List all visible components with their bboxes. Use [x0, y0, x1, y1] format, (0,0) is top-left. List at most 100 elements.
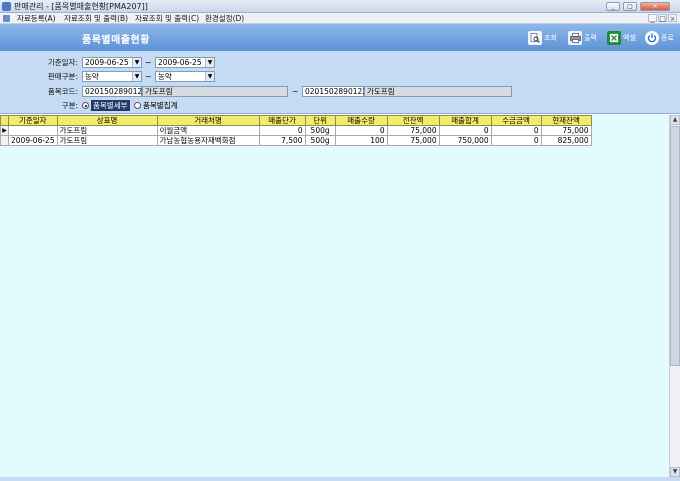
sales-type-from-value: 농약 — [85, 72, 99, 81]
chevron-down-icon[interactable]: ▼ — [205, 72, 214, 81]
close-button[interactable]: × — [640, 2, 670, 11]
table-header-row: 기준일자 상표명 거래처명 매출단가 단위 매출수량 전잔액 매출합계 수금금액… — [0, 115, 592, 126]
vertical-scrollbar[interactable]: ▲ ▼ — [669, 115, 680, 477]
table-cell[interactable]: 가도프림 — [56, 125, 158, 136]
row-indicator-header — [0, 115, 9, 126]
date-to-value: 2009-06-25 — [158, 58, 202, 67]
sales-type-to-value: 농약 — [158, 72, 172, 81]
range-tilde: ~ — [145, 72, 152, 81]
date-to-select[interactable]: 2009-06-25 ▼ — [155, 57, 215, 68]
scroll-up-arrow-icon[interactable]: ▲ — [670, 115, 680, 125]
search-button-label: 조회 — [544, 33, 557, 42]
column-header[interactable]: 현재잔액 — [540, 115, 592, 126]
table-cell[interactable]: 0 — [334, 125, 388, 136]
filter-panel: 기준일자: 2009-06-25 ▼ ~ 2009-06-25 ▼ 판매구분: … — [0, 51, 680, 114]
minimize-button[interactable]: _ — [606, 2, 620, 11]
menu-item-settings[interactable]: 환경설정(D) — [205, 13, 244, 24]
table-cell[interactable]: 가남농협농용자재백화점 — [156, 135, 260, 146]
mdi-minimize-button[interactable]: _ — [648, 14, 657, 23]
scrollbar-thumb[interactable] — [670, 126, 680, 366]
item-code-label: 품목코드: — [47, 87, 78, 96]
table-cell[interactable]: 7,500 — [258, 135, 306, 146]
column-header[interactable]: 거래처명 — [156, 115, 260, 126]
sales-type-from-select[interactable]: 농약 ▼ — [82, 71, 142, 82]
chevron-down-icon[interactable]: ▼ — [132, 72, 141, 81]
table-cell[interactable]: 750,000 — [438, 135, 492, 146]
mode-label: 구분: — [61, 101, 78, 110]
column-header[interactable]: 전잔액 — [386, 115, 440, 126]
table-cell[interactable]: 이월금액 — [156, 125, 260, 136]
menu-item-data-entry[interactable]: 자료등록(A) — [17, 13, 56, 24]
excel-icon — [607, 30, 621, 45]
column-header[interactable]: 기준일자 — [8, 115, 58, 126]
table-row[interactable]: ▶ 가도프림 이월금액 0 500g 0 75,000 0 0 75,000 — [0, 125, 592, 136]
column-header[interactable]: 수금금액 — [490, 115, 542, 126]
radio-unchecked-icon — [134, 102, 141, 109]
menu-bar: 자료등록(A) 자료조회 및 출력(B) 자료조회 및 출력(C) 환경설정(D… — [0, 13, 680, 24]
sales-type-label: 판매구분: — [47, 72, 78, 81]
window-title: 판매관리 - [품목별매출현황[PMA207]] — [14, 2, 148, 11]
excel-button-label: 엑셀 — [623, 33, 636, 42]
maximize-button[interactable]: □ — [623, 2, 637, 11]
table-cell[interactable]: 500g — [304, 125, 336, 136]
power-icon — [645, 30, 659, 45]
sales-table: 기준일자 상표명 거래처명 매출단가 단위 매출수량 전잔액 매출합계 수금금액… — [0, 115, 592, 146]
table-cell[interactable]: 가도프림 — [56, 135, 158, 146]
table-cell[interactable]: 75,000 — [386, 135, 440, 146]
page-title: 품목별매출현황 — [82, 35, 150, 46]
chevron-down-icon[interactable]: ▼ — [205, 58, 214, 67]
table-cell[interactable] — [8, 125, 58, 136]
mdi-restore-button[interactable]: □ — [658, 14, 667, 23]
printer-icon — [568, 30, 582, 45]
item-name-to-field: 가도프림 — [364, 86, 512, 97]
search-icon — [528, 30, 542, 45]
exit-button[interactable]: 종료 — [645, 29, 674, 46]
exit-button-label: 종료 — [661, 33, 674, 42]
column-header[interactable]: 매출단가 — [258, 115, 306, 126]
radio-item-summary-label: 품목별집계 — [143, 101, 178, 110]
item-name-from-field: 가도프림 — [142, 86, 288, 97]
table-cell[interactable]: 0 — [490, 125, 542, 136]
table-cell[interactable]: 100 — [334, 135, 388, 146]
page-header: 품목별매출현황 조회 출력 엑셀 종료 — [0, 24, 680, 51]
column-header[interactable]: 단위 — [304, 115, 336, 126]
table-cell[interactable]: 75,000 — [386, 125, 440, 136]
table-cell[interactable]: 2009-06-25 — [8, 135, 58, 146]
menu-item-inquiry-print-c[interactable]: 자료조회 및 출력(C) — [135, 13, 199, 24]
date-from-value: 2009-06-25 — [85, 58, 129, 67]
column-header[interactable]: 매출합계 — [438, 115, 492, 126]
range-tilde: ~ — [145, 58, 152, 67]
window-title-bar: 판매관리 - [품목별매출현황[PMA207]] _ □ × — [0, 0, 680, 13]
search-button[interactable]: 조회 — [528, 29, 557, 46]
table-cell[interactable]: 0 — [258, 125, 306, 136]
item-code-to-input[interactable]: 0201502890123 — [302, 86, 367, 97]
menu-item-inquiry-print-b[interactable]: 자료조회 및 출력(B) — [64, 13, 128, 24]
excel-button[interactable]: 엑셀 — [607, 29, 636, 46]
date-from-select[interactable]: 2009-06-25 ▼ — [82, 57, 142, 68]
current-row-arrow-icon: ▶ — [0, 125, 9, 136]
sales-type-to-select[interactable]: 농약 ▼ — [155, 71, 215, 82]
table-cell[interactable]: 0 — [490, 135, 542, 146]
table-cell[interactable]: 825,000 — [540, 135, 592, 146]
row-indicator — [0, 135, 9, 146]
menu-app-icon[interactable] — [3, 15, 10, 22]
chevron-down-icon[interactable]: ▼ — [132, 58, 141, 67]
radio-checked-icon — [82, 102, 89, 109]
table-cell[interactable]: 75,000 — [540, 125, 592, 136]
table-cell[interactable]: 500g — [304, 135, 336, 146]
app-icon — [2, 2, 11, 11]
radio-item-summary[interactable]: 품목별집계 — [134, 100, 178, 111]
item-code-from-input[interactable]: 0201502890123 — [82, 86, 147, 97]
table-row[interactable]: 2009-06-25 가도프림 가남농협농용자재백화점 7,500 500g 1… — [0, 135, 592, 146]
print-button[interactable]: 출력 — [568, 29, 597, 46]
radio-item-detail-label: 품목별세부 — [91, 100, 130, 111]
column-header[interactable]: 매출수량 — [334, 115, 388, 126]
scroll-down-arrow-icon[interactable]: ▼ — [670, 467, 680, 477]
mdi-close-button[interactable]: × — [668, 14, 677, 23]
window-bottom-border — [0, 477, 680, 481]
radio-item-detail[interactable]: 품목별세부 — [82, 100, 130, 111]
column-header[interactable]: 상표명 — [56, 115, 158, 126]
table-cell[interactable]: 0 — [438, 125, 492, 136]
range-tilde: ~ — [292, 87, 299, 96]
date-label: 기준일자: — [47, 58, 78, 67]
